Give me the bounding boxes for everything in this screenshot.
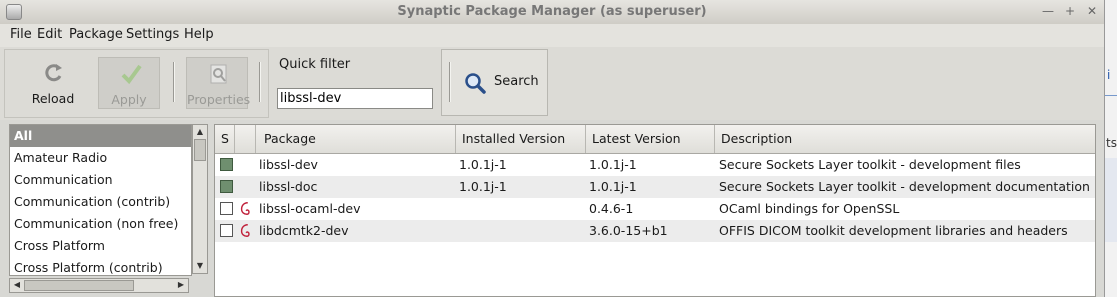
table-row[interactable]: libssl-dev 1.0.1j-1 1.0.1j-1 Secure Sockets… [215,154,1095,176]
debian-swirl-icon [240,202,250,215]
sections-vertical-scrollbar[interactable]: ▲ ▼ [192,124,208,274]
apply-label: Apply [111,92,147,107]
menu-file[interactable]: File [10,27,32,42]
sections-list: All Amateur Radio Communication Communic… [9,124,192,276]
section-item[interactable]: Amateur Radio [10,147,191,169]
column-description[interactable]: Description [715,125,1095,153]
section-item[interactable]: Communication [10,169,191,191]
background-window-edge: i ts [1104,0,1117,297]
latest-version-cell: 0.4.6-1 [589,201,634,216]
minimize-icon[interactable]: — [1040,3,1056,19]
quick-filter-input[interactable] [277,88,433,109]
column-status[interactable]: S [215,125,235,153]
column-latest-version[interactable]: Latest Version [586,125,715,153]
table-header: S Package Installed Version Latest Versi… [215,125,1095,154]
package-name-cell: libssl-dev [259,157,318,172]
menu-settings[interactable]: Settings [126,27,179,42]
maximize-icon[interactable]: + [1062,3,1078,19]
section-item[interactable]: Communication (contrib) [10,191,191,213]
menu-package[interactable]: Package [69,27,123,42]
properties-icon [210,64,227,84]
properties-label: Properties [187,92,251,107]
installed-status-icon[interactable] [220,180,233,193]
menu-edit[interactable]: Edit [37,27,62,42]
search-label: Search [494,74,539,89]
properties-button[interactable]: Properties [186,57,251,109]
description-cell: Secure Sockets Layer toolkit - developme… [719,179,1090,194]
close-icon[interactable]: ✕ [1084,3,1100,19]
package-name-cell: libssl-doc [259,179,318,194]
search-icon [465,73,486,94]
table-row[interactable]: libssl-doc 1.0.1j-1 1.0.1j-1 Secure Sockets… [215,176,1095,198]
column-installed-version[interactable]: Installed Version [456,125,586,153]
section-item[interactable]: Cross Platform [10,235,191,257]
latest-version-cell: 1.0.1j-1 [589,179,637,194]
not-installed-checkbox[interactable] [220,224,233,237]
package-table: S Package Installed Version Latest Versi… [214,124,1096,297]
table-row[interactable]: libssl-ocaml-dev 0.4.6-1 OCaml bindings fo… [215,198,1095,220]
table-row[interactable]: libdcmtk2-dev 3.6.0-15+b1 OFFIS DICOM tool… [215,220,1095,242]
window-title: Synaptic Package Manager (as superuser) [397,4,707,19]
scroll-left-icon[interactable]: ◀ [11,279,23,291]
scroll-thumb[interactable] [24,280,134,291]
installed-version-cell: 1.0.1j-1 [459,157,507,172]
menu-help[interactable]: Help [184,27,214,42]
scroll-up-icon[interactable]: ▲ [194,126,206,138]
section-item[interactable]: Cross Platform (contrib) [10,257,191,275]
reload-label: Reload [31,91,75,106]
section-item-all[interactable]: All [10,125,191,147]
description-cell: Secure Sockets Layer toolkit - developme… [719,157,1021,172]
debian-swirl-icon [240,224,250,237]
column-icon[interactable] [235,125,256,153]
apply-button[interactable]: Apply [98,57,160,109]
description-cell: OCaml bindings for OpenSSL [719,201,900,216]
column-package[interactable]: Package [256,125,456,153]
background-text: ts [1106,136,1117,150]
package-name-cell: libdcmtk2-dev [259,223,349,238]
checkmark-icon [121,64,142,85]
installed-version-cell: 1.0.1j-1 [459,179,507,194]
package-name-cell: libssl-ocaml-dev [259,201,361,216]
not-installed-checkbox[interactable] [220,202,233,215]
reload-button[interactable]: Reload [22,57,84,109]
toolbar-separator [259,62,261,102]
scroll-down-icon[interactable]: ▼ [194,260,206,272]
sections-horizontal-scrollbar[interactable]: ◀ ▶ [9,278,189,293]
installed-status-icon[interactable] [220,158,233,171]
scroll-right-icon[interactable]: ▶ [175,279,187,291]
toolbar-separator [173,62,175,102]
description-cell: OFFIS DICOM toolkit development librarie… [719,223,1068,238]
section-item[interactable]: Communication (non free) [10,213,191,235]
reload-icon [45,64,62,82]
quick-filter-label: Quick filter [279,57,351,72]
latest-version-cell: 3.6.0-15+b1 [589,223,668,238]
toolbar-separator [449,62,451,102]
background-link: i [1107,68,1111,82]
latest-version-cell: 1.0.1j-1 [589,157,637,172]
scroll-thumb[interactable] [194,139,206,161]
